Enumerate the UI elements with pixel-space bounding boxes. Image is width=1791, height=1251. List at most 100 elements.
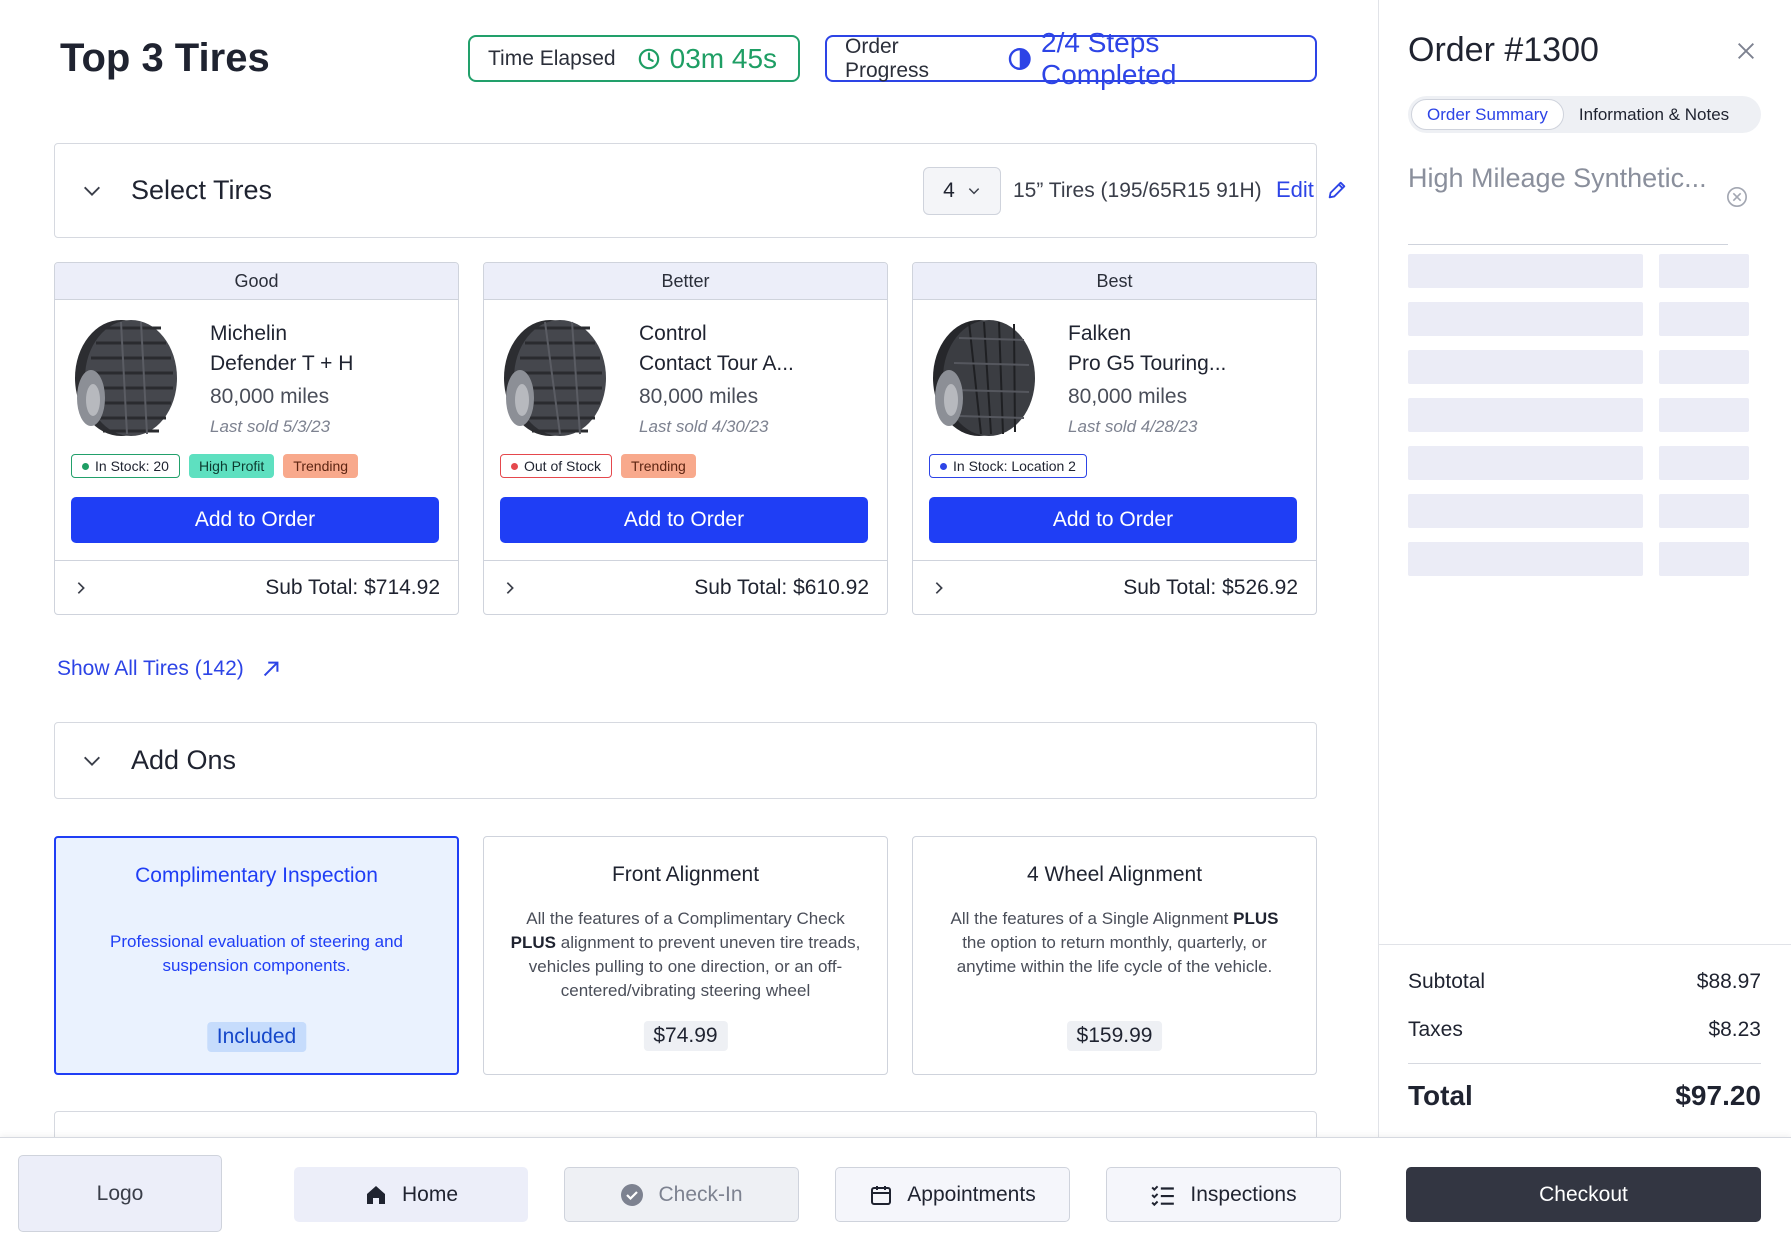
chevron-down-icon[interactable] <box>81 750 103 772</box>
tire-card-footer[interactable]: Sub Total: $526.92 <box>913 560 1316 614</box>
check-in-label: Check-In <box>658 1182 743 1206</box>
select-tires-section: Select Tires 4 15” Tires (195/65R15 91H)… <box>54 143 1346 238</box>
chevron-right-icon[interactable] <box>73 580 89 596</box>
tire-card-good: Good Michelin Defender T + H 80,000 mile… <box>54 262 459 615</box>
tire-model: Contact Tour A... <box>639 352 794 375</box>
addon-card-4-wheel-alignment[interactable]: 4 Wheel Alignment All the features of a … <box>912 836 1317 1075</box>
skeleton-line <box>1659 446 1749 480</box>
tire-badges: In Stock: 20 High Profit Trending <box>71 454 359 478</box>
total-row: Total $97.20 <box>1408 1080 1761 1112</box>
trending-badge: Trending <box>621 454 696 478</box>
add-ons-header[interactable]: Add Ons <box>81 723 236 798</box>
close-icon[interactable] <box>1735 40 1757 62</box>
skeleton-line <box>1659 254 1749 288</box>
appointments-button[interactable]: Appointments <box>835 1167 1070 1222</box>
status-dot-icon <box>511 462 518 470</box>
skeleton-line <box>1659 398 1749 432</box>
tire-card-footer[interactable]: Sub Total: $714.92 <box>55 560 458 614</box>
high-profit-badge: High Profit <box>188 454 275 478</box>
tire-model: Defender T + H <box>210 352 354 375</box>
add-to-order-button[interactable]: Add to Order <box>71 497 439 543</box>
add-to-order-button[interactable]: Add to Order <box>500 497 868 543</box>
time-elapsed-pill: Time Elapsed 03m 45s <box>468 35 800 82</box>
tab-information-notes[interactable]: Information & Notes <box>1564 99 1744 130</box>
addon-card-complimentary-inspection[interactable]: Complimentary Inspection Professional ev… <box>54 836 459 1075</box>
chevron-down-icon <box>968 188 980 195</box>
chevron-right-icon[interactable] <box>502 580 518 596</box>
skeleton-line <box>1408 494 1643 528</box>
bottom-nav-bar: Logo Home Check-In Appointments Inspecti… <box>0 1137 1791 1251</box>
addon-desc-bold: PLUS <box>1233 909 1279 928</box>
subtotal-row: Subtotal $88.97 <box>1408 970 1761 994</box>
stock-badge-text: In Stock: 20 <box>95 458 169 474</box>
taxes-label: Taxes <box>1408 1018 1463 1041</box>
tire-badges: In Stock: Location 2 <box>929 454 1087 478</box>
search-underline <box>1408 244 1728 245</box>
stock-badge: In Stock: 20 <box>71 454 180 478</box>
select-tires-header[interactable]: Select Tires <box>81 144 272 237</box>
show-all-tires-link[interactable]: Show All Tires (142) <box>57 657 282 681</box>
tire-miles: 80,000 miles <box>1068 385 1188 408</box>
page-title: Top 3 Tires <box>60 36 270 80</box>
addon-desc-rest: alignment to prevent uneven tire treads,… <box>528 933 861 1000</box>
total-value: $97.20 <box>1675 1080 1761 1111</box>
trending-badge: Trending <box>283 454 359 478</box>
chevron-right-icon[interactable] <box>931 580 947 596</box>
chevron-down-icon[interactable] <box>81 180 103 202</box>
select-tires-title: Select Tires <box>131 175 273 205</box>
taxes-row: Taxes $8.23 <box>1408 1018 1761 1042</box>
status-dot-icon <box>82 462 89 470</box>
addon-desc-prefix: All the features of a Single Alignment <box>950 909 1229 928</box>
arrow-up-right-icon <box>263 661 279 677</box>
addon-desc-prefix: All the features of a Complimentary Chec… <box>526 909 845 928</box>
add-ons-section: Add Ons <box>54 722 1317 799</box>
skeleton-line <box>1659 494 1749 528</box>
tire-quantity-select[interactable]: 4 <box>923 167 1001 215</box>
tire-badges: Out of Stock Trending <box>500 454 696 478</box>
home-icon <box>366 1185 385 1204</box>
tire-tier-label: Good <box>55 263 458 300</box>
show-all-tires-label: Show All Tires (142) <box>57 657 244 680</box>
tab-order-summary[interactable]: Order Summary <box>1411 99 1564 130</box>
edit-label: Edit <box>1276 177 1314 202</box>
home-button[interactable]: Home <box>294 1167 528 1222</box>
add-to-order-button[interactable]: Add to Order <box>929 497 1297 543</box>
tire-brand: Falken <box>1068 322 1132 345</box>
tire-subtotal: Sub Total: $610.92 <box>694 575 869 599</box>
tire-subtotal: Sub Total: $526.92 <box>1123 575 1298 599</box>
inspections-button[interactable]: Inspections <box>1106 1167 1341 1222</box>
home-label: Home <box>401 1182 459 1206</box>
addon-card-front-alignment[interactable]: Front Alignment All the features of a Co… <box>483 836 888 1075</box>
tire-image <box>929 318 1039 438</box>
addon-price: Included <box>206 1022 307 1052</box>
check-in-button[interactable]: Check-In <box>564 1167 799 1222</box>
stock-badge-text: Out of Stock <box>524 458 602 474</box>
order-panel-tabs: Order Summary Information & Notes <box>1408 96 1761 133</box>
time-elapsed-value: 03m 45s <box>669 42 778 74</box>
tire-card-better: Better Control Contact Tour A... 80,000 … <box>483 262 888 615</box>
checkout-button[interactable]: Checkout <box>1406 1167 1761 1222</box>
skeleton-line <box>1408 302 1643 336</box>
tire-brand: Control <box>639 322 707 345</box>
order-progress-label: Order Progress <box>845 34 930 82</box>
order-progress-value: 2/4 Steps Completed <box>1041 26 1177 90</box>
stock-badge-text: In Stock: Location 2 <box>953 458 1076 474</box>
tire-image <box>500 318 610 438</box>
clear-icon[interactable] <box>1726 186 1748 208</box>
skeleton-line <box>1408 254 1643 288</box>
tire-info: Control Contact Tour A... 80,000 miles L… <box>639 319 794 437</box>
skeleton-line <box>1408 542 1643 576</box>
logo[interactable]: Logo <box>18 1155 222 1232</box>
skeleton-line <box>1659 302 1749 336</box>
addon-description: All the features of a Complimentary Chec… <box>511 907 861 1003</box>
appointments-label: Appointments <box>907 1182 1036 1206</box>
tire-miles: 80,000 miles <box>210 385 330 408</box>
clock-icon <box>638 48 659 69</box>
addon-title: Front Alignment <box>611 863 760 886</box>
tire-tier-label: Best <box>913 263 1316 300</box>
order-search-value[interactable]: High Mileage Synthetic... <box>1408 160 1708 196</box>
edit-tire-size-link[interactable]: Edit <box>1276 177 1348 203</box>
tire-card-footer[interactable]: Sub Total: $610.92 <box>484 560 887 614</box>
skeleton-line <box>1408 398 1643 432</box>
main-content: Top 3 Tires Time Elapsed 03m 45s Order P… <box>0 0 1378 1137</box>
